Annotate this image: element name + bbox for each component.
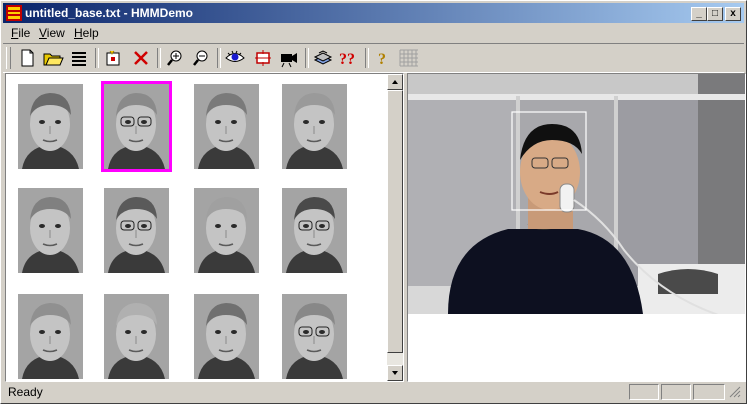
status-text: Ready [8,385,43,399]
status-bar: Ready [3,383,744,401]
svg-text:?: ? [378,51,386,68]
face-thumbnail[interactable] [194,84,259,169]
toolbar-separator [305,48,309,68]
face-thumbnail[interactable] [282,188,347,273]
menu-bar: File View Help [3,24,744,42]
toolbar-separator [157,48,161,68]
camera-view [407,73,746,382]
face-thumbnail[interactable] [18,294,83,379]
vertical-scrollbar[interactable] [387,74,403,381]
toolbar-separator [95,48,99,68]
close-button[interactable]: x [725,7,741,21]
app-icon [6,5,22,21]
menu-help-label: elp [82,26,99,40]
menu-help-hotkey: H [74,26,83,40]
face-thumbnail[interactable] [18,188,83,273]
face-thumbnail[interactable] [282,294,347,379]
scroll-up-button[interactable] [387,74,403,90]
menu-view[interactable]: View [39,26,65,40]
minimize-button[interactable]: _ [691,7,707,21]
svg-text:??: ?? [339,51,355,68]
face-thumbnail[interactable] [101,81,172,172]
resize-grip-icon[interactable] [729,386,741,398]
frame-icon[interactable] [251,47,275,69]
toolbar-separator [217,48,221,68]
stack-icon[interactable] [311,47,335,69]
menu-help[interactable]: Help [74,26,99,40]
eye-icon[interactable] [223,47,247,69]
app-window: untitled_base.txt - HMMDemo _ □ x File V… [0,0,747,404]
toolbar: ?? ? [3,43,744,73]
double-question-icon[interactable]: ?? [337,47,361,69]
status-panel-2 [661,384,691,400]
toolbar-separator [365,48,369,68]
toolbar-grip[interactable] [6,47,11,69]
menu-view-label: iew [46,26,65,40]
face-thumbnail[interactable] [18,84,83,169]
menu-file-label: ile [18,26,31,40]
face-gallery[interactable] [5,73,404,382]
menu-file[interactable]: File [11,26,30,40]
zoom-in-icon[interactable] [163,47,187,69]
face-thumbnail[interactable] [282,84,347,169]
new-file-icon[interactable] [15,47,39,69]
face-thumbnail[interactable] [194,188,259,273]
menu-view-hotkey: V [39,26,47,40]
video-image [408,74,745,314]
maximize-button[interactable]: □ [707,7,723,21]
add-face-icon[interactable] [101,47,125,69]
grid-icon[interactable] [397,47,421,69]
live-video-frame [408,74,745,314]
status-panel-1 [629,384,659,400]
open-folder-icon[interactable] [41,47,65,69]
zoom-out-icon[interactable] [189,47,213,69]
face-thumbnail[interactable] [104,294,169,379]
list-icon[interactable] [67,47,91,69]
camera-icon[interactable] [277,47,301,69]
window-title: untitled_base.txt - HMMDemo [25,6,194,20]
title-bar[interactable]: untitled_base.txt - HMMDemo _ □ x [3,3,744,23]
face-thumbnail[interactable] [194,294,259,379]
status-panel-3 [693,384,725,400]
scroll-thumb[interactable] [387,90,403,353]
delete-icon[interactable] [129,47,153,69]
face-thumbnail[interactable] [104,188,169,273]
help-question-icon[interactable]: ? [371,47,395,69]
scroll-down-button[interactable] [387,365,403,381]
